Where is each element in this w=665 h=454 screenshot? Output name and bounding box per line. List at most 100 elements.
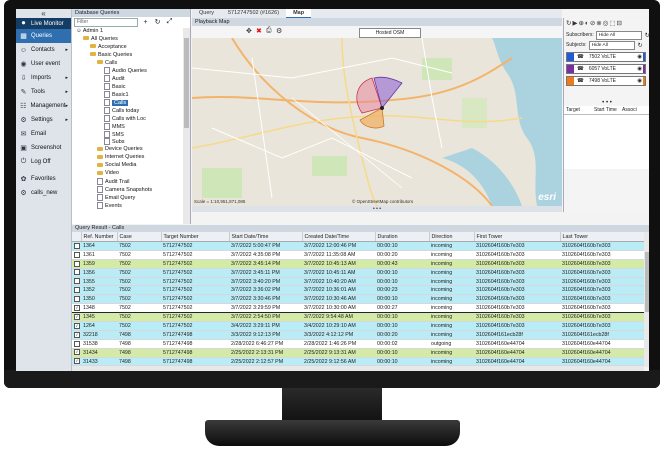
row-checkbox[interactable] [74,269,80,276]
column-header[interactable]: Duration [375,232,430,242]
tree-item[interactable]: Social Media [72,162,182,170]
results-hscrollbar[interactable] [72,366,644,371]
sidebar-item-management[interactable]: ☷ Management ▸ [16,99,71,113]
tree-item[interactable]: ☺ Admin 1 [72,28,182,36]
eye-icon[interactable]: ◉ [637,78,642,84]
tree-item[interactable]: Calls today [72,106,182,115]
row-checkbox[interactable] [74,260,80,267]
table-row[interactable]: 1350 7502 5712747502 3/7/2022 3:30:46 PM 3/7… [72,294,644,305]
playback-map[interactable]: Scale = 1:10,951,871,085 © OpenStreetMap… [192,38,562,206]
sidebar-item-live-monitor[interactable]: ⏺ Live Monitor [16,18,71,29]
table-row[interactable]: 31538 7498 5712747498 2/28/2022 6:46:27 PM 2… [72,339,644,349]
sidebar-item-email[interactable]: ✉ Email [16,127,71,141]
map-tool-icons[interactable]: ↻▶⊕◐⊘⊗◎⬚⊟ [564,18,649,30]
table-row[interactable]: ✓ 1348 7502 5712747502 3/7/2022 3:29:59 PM 3/… [72,303,644,314]
row-checkbox[interactable]: ✓ [74,322,80,329]
column-header[interactable]: Created Date/Time [302,232,376,242]
tree-item[interactable]: Subs [72,138,182,146]
tree-item[interactable]: Video [72,170,182,178]
row-checkbox[interactable]: ✓ [74,304,80,311]
row-checkbox[interactable]: ✓ [74,313,80,320]
track-column-header[interactable]: Start Time [594,106,622,114]
collapse-nav-button[interactable]: « [16,9,71,18]
settings-small-icon[interactable]: ⚙ [276,27,282,35]
track-column-header[interactable]: Target [566,106,594,114]
sidebar-item-screenshot[interactable]: ▣ Screenshot [16,141,71,155]
tree-item[interactable]: Internet Queries [72,154,182,162]
table-row[interactable]: ✓ 32218 7498 5712747498 3/3/2022 9:12:13 PM 3… [72,330,644,340]
table-row[interactable]: 1356 7502 5712747502 3/7/2022 3:45:11 PM 3/7… [72,268,644,278]
sidebar-item-calls-new[interactable]: ⚙ calls_new [16,186,71,200]
column-header[interactable]: Target Number [161,232,230,242]
sidebar-item-favorites[interactable]: ✿ Favorites [16,172,71,186]
basemap-select[interactable]: Hosted OSM [359,28,421,38]
refresh-subscribers-icon[interactable]: ↻ [645,32,649,39]
pan-icon[interactable]: ✥ [246,27,252,35]
subject-item[interactable]: ☎ 7498 VoLTE ◉ [566,76,646,86]
tree-item[interactable]: Basic [72,83,182,91]
column-header[interactable]: Case [117,232,162,242]
tree-item[interactable]: Audit [72,75,182,83]
expand-icon[interactable]: ⤢ [165,18,174,26]
eye-icon[interactable]: ◉ [637,66,642,72]
tree-item[interactable]: Calls [72,99,182,107]
results-scrollbar[interactable] [644,232,649,367]
table-row[interactable]: 1364 7502 5712747502 3/7/2022 5:00:47 PM 3/7… [72,241,644,251]
row-checkbox[interactable] [74,242,80,249]
eye-icon[interactable]: ◉ [637,54,642,60]
subject-item[interactable]: ☎ 6057 VoLTE ◉ [566,64,646,74]
sidebar-item-queries[interactable]: ▦ Queries [16,29,71,43]
subscribers-select[interactable]: Hide All [595,30,642,40]
tab-1[interactable]: 5712747502 (#1626) [221,9,286,18]
table-row[interactable]: ✓ 31433 7498 5712747498 2/25/2022 2:12:57 PM… [72,357,644,367]
tree-item[interactable]: Basic1 [72,91,182,99]
column-header[interactable]: First Tower [474,232,561,242]
tree-item[interactable]: Email Query [72,193,182,202]
sidebar-item-contacts[interactable]: ☺ Contacts ▸ [16,43,71,57]
sidebar-item-user-event[interactable]: ◉ User event [16,57,71,71]
sidebar-item-imports[interactable]: ⇩ Imports ▸ [16,71,71,85]
row-checkbox[interactable]: ✓ [74,349,80,356]
table-row[interactable]: ✓ 1345 7502 5712747502 3/7/2022 2:54:50 PM 3/… [72,312,644,323]
print-icon[interactable]: ⎙ [266,27,272,35]
table-row[interactable]: ✓ 31434 7498 5712747498 2/25/2022 2:13:31 PM… [72,348,644,358]
column-header[interactable]: Last Tower [560,232,645,242]
tree-item[interactable]: Calls [72,60,182,68]
table-row[interactable]: 1355 7502 5712747502 3/7/2022 3:40:20 PM 3/7… [72,277,644,287]
filter-input[interactable]: Filter [74,17,138,27]
tree-item[interactable]: Audio Queries [72,67,182,75]
sidebar-item-log-off[interactable]: ⏻ Log Off [16,155,71,169]
map-splitter[interactable]: • • • [192,206,562,212]
subject-item[interactable]: ☎ 7502 VoLTE ◉ [566,52,646,62]
table-row[interactable]: 1352 7502 5712747502 3/7/2022 3:36:02 PM 3/7… [72,285,644,296]
row-checkbox[interactable] [74,287,80,294]
track-column-header[interactable]: Associ [622,106,649,114]
row-checkbox[interactable] [74,296,80,303]
table-row[interactable]: 1359 7502 5712747502 3/7/2022 3:45:14 PM 3/7… [72,259,644,269]
sidebar-item-tools[interactable]: ✎ Tools ▸ [16,85,71,99]
row-checkbox[interactable] [74,340,80,347]
tree-item[interactable]: Device Queries [72,146,182,154]
tree-item[interactable]: Audit Trail [72,177,182,186]
row-checkbox[interactable]: ✓ [74,358,80,365]
tree-item[interactable]: Camera Snapshots [72,185,182,194]
refresh-subjects-icon[interactable]: ↻ [638,42,643,49]
tree-item[interactable]: Events [72,201,182,210]
table-row[interactable]: 1361 7502 5712747502 3/7/2022 4:35:08 PM 3/7… [72,250,644,260]
row-checkbox[interactable]: ✓ [74,331,80,338]
row-checkbox[interactable] [74,278,80,285]
clear-icon[interactable]: ✖ [256,27,262,35]
add-icon[interactable]: + [141,19,150,26]
tab-0[interactable]: Query [192,9,221,18]
tree-item[interactable]: Basic Queries [72,52,182,60]
tree-item[interactable]: All Queries [72,36,182,44]
tree-scrollbar[interactable] [183,28,190,224]
sidebar-item-settings[interactable]: ⚙ Settings ▸ [16,113,71,127]
tab-2[interactable]: Map [286,9,312,18]
row-checkbox[interactable] [74,251,80,258]
tree-item[interactable]: MMS [72,122,182,131]
table-row[interactable]: ✓ 1264 7502 5712747502 3/4/2022 3:29:11 PM 3/… [72,321,644,331]
tree-item[interactable]: SMS [72,130,182,139]
column-header[interactable]: Start Date/Time [229,232,303,242]
column-header[interactable]: Ref. Number [81,232,118,242]
